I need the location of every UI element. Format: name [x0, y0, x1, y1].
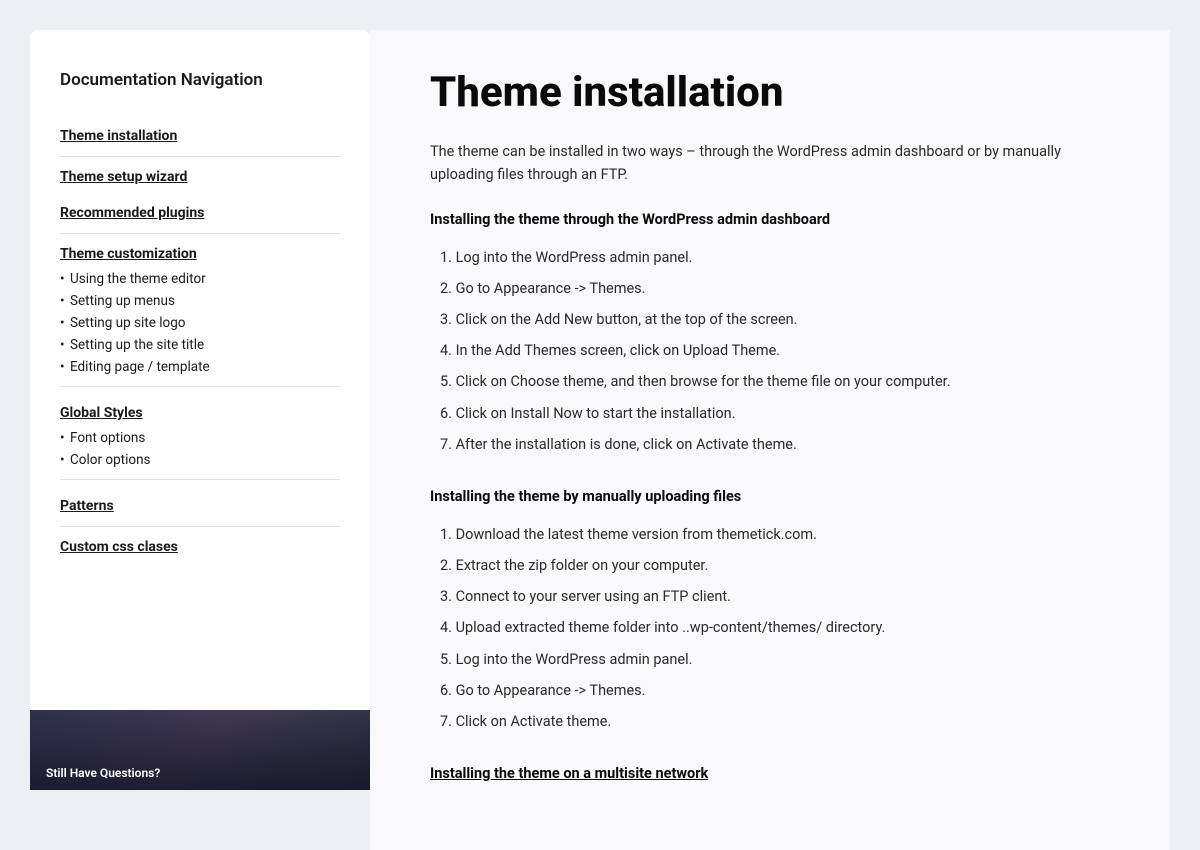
nav-section-patterns: Patterns: [60, 488, 340, 527]
nav-link-global-styles[interactable]: Global Styles: [60, 395, 340, 427]
list-item: Extract the zip folder on your computer.: [440, 550, 1120, 581]
global-styles-sub-list: Font options Color options: [60, 427, 340, 477]
admin-steps-list: Log into the WordPress admin panel. Go t…: [430, 242, 1120, 460]
section-admin-dashboard: Installing the theme through the WordPre…: [430, 211, 1120, 460]
section-multisite: Installing the theme on a multisite netw…: [430, 765, 1120, 782]
list-item: Connect to your server using an FTP clie…: [440, 581, 1120, 612]
list-item: Click on Install Now to start the instal…: [440, 398, 1120, 429]
nav-section-plugins: Recommended plugins: [60, 195, 340, 234]
list-item: Click on Choose theme, and then browse f…: [440, 366, 1120, 397]
nav-link-recommended-plugins[interactable]: Recommended plugins: [60, 195, 340, 231]
main-content: Theme installation The theme can be inst…: [370, 30, 1170, 850]
nav-link-patterns[interactable]: Patterns: [60, 488, 340, 524]
thumbnail-text: Still Have Questions?: [46, 766, 160, 780]
sub-item-theme-editor[interactable]: Using the theme editor: [60, 268, 340, 290]
page-title: Theme installation: [430, 70, 1120, 116]
section-heading-ftp: Installing the theme by manually uploadi…: [430, 488, 1120, 505]
nav-link-theme-customization[interactable]: Theme customization: [60, 236, 340, 268]
nav-section-installation: Theme installation: [60, 118, 340, 157]
ftp-steps-list: Download the latest theme version from t…: [430, 519, 1120, 737]
nav-section-setup: Theme setup wizard: [60, 159, 340, 195]
list-item: Upload extracted theme folder into ..wp-…: [440, 612, 1120, 643]
nav-section-global-styles: Global Styles Font options Color options: [60, 395, 340, 488]
nav-link-theme-installation[interactable]: Theme installation: [60, 118, 340, 154]
list-item: Click on the Add New button, at the top …: [440, 304, 1120, 335]
section-heading-multisite: Installing the theme on a multisite netw…: [430, 765, 1120, 782]
list-item: Go to Appearance -> Themes.: [440, 273, 1120, 304]
sub-item-editing-page[interactable]: Editing page / template: [60, 356, 340, 378]
sub-item-color-options[interactable]: Color options: [60, 449, 340, 471]
sidebar: Documentation Navigation Theme installat…: [30, 30, 370, 710]
nav-section-customization: Theme customization Using the theme edit…: [60, 236, 340, 395]
nav-link-theme-setup-wizard[interactable]: Theme setup wizard: [60, 159, 340, 195]
customization-sub-list: Using the theme editor Setting up menus …: [60, 268, 340, 384]
section-ftp-upload: Installing the theme by manually uploadi…: [430, 488, 1120, 737]
list-item: In the Add Themes screen, click on Uploa…: [440, 335, 1120, 366]
list-item: Click on Activate theme.: [440, 706, 1120, 737]
sub-item-font-options[interactable]: Font options: [60, 427, 340, 449]
sub-item-menus[interactable]: Setting up menus: [60, 290, 340, 312]
list-item: Log into the WordPress admin panel.: [440, 242, 1120, 273]
nav-section-custom-css: Custom css clases: [60, 529, 340, 565]
sidebar-thumbnail: Still Have Questions?: [30, 710, 370, 790]
sub-item-site-logo[interactable]: Setting up site logo: [60, 312, 340, 334]
list-item: Download the latest theme version from t…: [440, 519, 1120, 550]
list-item: Log into the WordPress admin panel.: [440, 644, 1120, 675]
list-item: After the installation is done, click on…: [440, 429, 1120, 460]
section-heading-admin: Installing the theme through the WordPre…: [430, 211, 1120, 228]
nav-link-custom-css[interactable]: Custom css clases: [60, 529, 340, 565]
sidebar-title: Documentation Navigation: [60, 70, 340, 90]
intro-paragraph: The theme can be installed in two ways –…: [430, 140, 1090, 186]
sub-item-site-title[interactable]: Setting up the site title: [60, 334, 340, 356]
list-item: Go to Appearance -> Themes.: [440, 675, 1120, 706]
